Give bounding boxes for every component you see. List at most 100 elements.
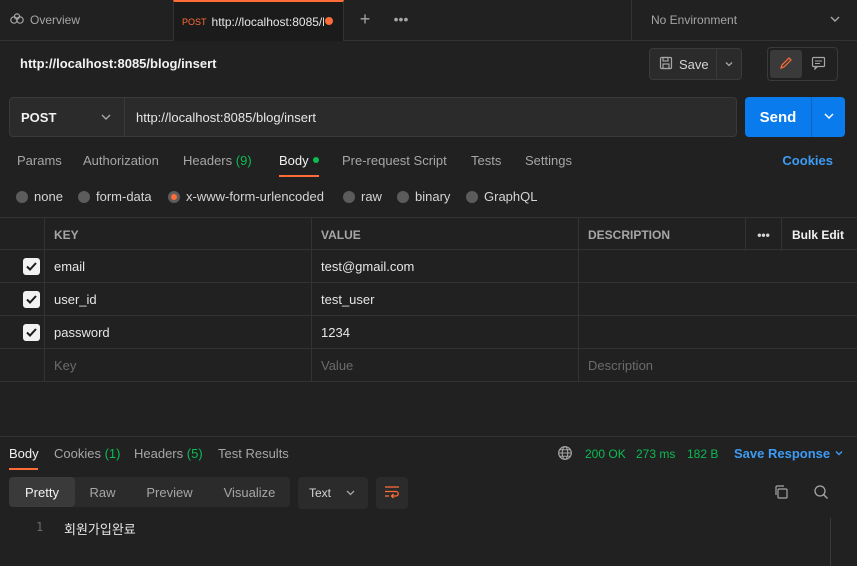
response-active-underline: [9, 468, 38, 470]
chevron-down-icon: [829, 13, 841, 28]
response-tab-body[interactable]: Body: [9, 446, 39, 461]
radio-circle-icon: [78, 190, 90, 203]
environment-select[interactable]: No Environment: [631, 0, 857, 40]
response-time[interactable]: 273 ms: [636, 447, 675, 461]
response-size[interactable]: 182 B: [687, 447, 718, 461]
request-tabs: Params Authorization Headers (9) Body Pr…: [0, 146, 857, 177]
tab-request-title: http://localhost:8085/blog/insert: [211, 14, 324, 29]
chevron-down-icon: [345, 487, 356, 501]
tab-params[interactable]: Params: [17, 153, 62, 168]
format-visualize[interactable]: Visualize: [209, 477, 290, 507]
method-select[interactable]: POST: [9, 97, 125, 137]
format-pretty[interactable]: Pretty: [9, 477, 75, 507]
send-button-group: Send: [745, 97, 845, 137]
send-button[interactable]: Send: [745, 97, 812, 137]
language-label: Text: [309, 486, 332, 500]
response-cookies-count: (1): [104, 446, 121, 461]
row-checkbox[interactable]: [23, 258, 40, 275]
tab-authorization[interactable]: Authorization: [83, 153, 159, 168]
radio-none-label: none: [34, 189, 63, 204]
method-label: POST: [21, 109, 57, 125]
wrap-lines-button[interactable]: [376, 477, 408, 509]
column-header-value: VALUE: [311, 218, 579, 251]
view-toggle: [767, 47, 838, 81]
response-scrollbar[interactable]: [830, 518, 844, 566]
table-row-empty: Key Value Description: [0, 349, 857, 382]
checkmark-icon: [26, 328, 37, 337]
tab-overview[interactable]: Overview: [0, 0, 173, 40]
tab-settings[interactable]: Settings: [525, 153, 572, 168]
search-button[interactable]: [809, 481, 833, 505]
chevron-down-icon: [834, 446, 844, 461]
row-key[interactable]: password: [44, 316, 312, 349]
radio-binary-label: binary: [415, 189, 451, 204]
send-options-button[interactable]: [812, 97, 845, 137]
radio-raw[interactable]: raw: [343, 189, 382, 204]
active-tab-underline: [279, 175, 319, 177]
save-response-button[interactable]: Save Response: [734, 446, 844, 461]
save-button[interactable]: Save: [650, 49, 718, 79]
row-description[interactable]: [578, 283, 857, 316]
radio-circle-icon: [397, 190, 409, 203]
language-select[interactable]: Text: [298, 477, 368, 509]
more-tabs-button[interactable]: •••: [391, 10, 411, 30]
row-value[interactable]: 1234: [311, 316, 579, 349]
radio-form-data[interactable]: form-data: [78, 189, 152, 204]
format-raw[interactable]: Raw: [75, 477, 130, 507]
radio-form-data-label: form-data: [96, 189, 152, 204]
column-header-key: KEY: [44, 218, 312, 251]
row-key[interactable]: email: [44, 250, 312, 283]
row-checkbox[interactable]: [23, 324, 40, 341]
radio-graphql[interactable]: GraphQL: [466, 189, 537, 204]
comments-button[interactable]: [802, 50, 834, 78]
save-icon: [659, 56, 673, 73]
response-tab-cookies[interactable]: Cookies (1): [54, 446, 120, 461]
response-status[interactable]: 200 OK: [585, 447, 626, 461]
table-row: password 1234: [0, 316, 857, 349]
new-description-input[interactable]: Description: [578, 349, 857, 382]
radio-graphql-label: GraphQL: [484, 189, 538, 204]
tab-pre-request-script[interactable]: Pre-request Script: [342, 153, 447, 168]
radio-urlencoded[interactable]: x-www-form-urlencoded: [168, 189, 324, 204]
save-response-label: Save Response: [734, 446, 831, 461]
tab-request-active[interactable]: POST http://localhost:8085/blog/insert: [173, 0, 344, 41]
new-tab-button[interactable]: +: [356, 10, 374, 30]
row-value[interactable]: test@gmail.com: [311, 250, 579, 283]
response-body-text[interactable]: 회원가입완료: [64, 519, 136, 538]
new-key-input[interactable]: Key: [44, 349, 312, 382]
row-key[interactable]: user_id: [44, 283, 312, 316]
new-value-input[interactable]: Value: [311, 349, 579, 382]
copy-icon: [773, 484, 789, 503]
table-row: user_id test_user: [0, 283, 857, 316]
cookies-link[interactable]: Cookies: [782, 153, 833, 168]
row-description[interactable]: [578, 316, 857, 349]
radio-selected-icon: [168, 190, 180, 203]
response-tab-test-results[interactable]: Test Results: [218, 446, 289, 461]
row-checkbox[interactable]: [23, 291, 40, 308]
body-type-radios: none form-data x-www-form-urlencoded raw…: [0, 186, 857, 208]
table-header-row: KEY VALUE DESCRIPTION ••• Bulk Edit: [0, 217, 857, 251]
row-value[interactable]: test_user: [311, 283, 579, 316]
radio-urlencoded-label: x-www-form-urlencoded: [186, 189, 324, 204]
edit-mode-button[interactable]: [770, 50, 802, 78]
line-number: 1: [36, 520, 44, 534]
tab-body[interactable]: Body: [279, 153, 319, 168]
response-tab-headers[interactable]: Headers (5): [134, 446, 203, 461]
tab-headers[interactable]: Headers (9): [183, 153, 252, 168]
table-more-button[interactable]: •••: [745, 218, 781, 251]
radio-none[interactable]: none: [16, 189, 63, 204]
url-input[interactable]: http://localhost:8085/blog/insert: [124, 97, 737, 137]
wrap-lines-icon: [384, 485, 400, 502]
globe-icon[interactable]: [557, 445, 573, 464]
save-options-button[interactable]: [717, 57, 741, 72]
row-description[interactable]: [578, 250, 857, 283]
format-preview[interactable]: Preview: [130, 477, 209, 507]
environment-label: No Environment: [651, 13, 738, 27]
response-divider: [0, 436, 857, 437]
response-headers-count: (5): [186, 446, 203, 461]
copy-button[interactable]: [769, 481, 793, 505]
tab-tests[interactable]: Tests: [471, 153, 501, 168]
radio-binary[interactable]: binary: [397, 189, 450, 204]
bulk-edit-button[interactable]: Bulk Edit: [781, 218, 857, 251]
tab-headers-label: Headers: [183, 153, 233, 168]
